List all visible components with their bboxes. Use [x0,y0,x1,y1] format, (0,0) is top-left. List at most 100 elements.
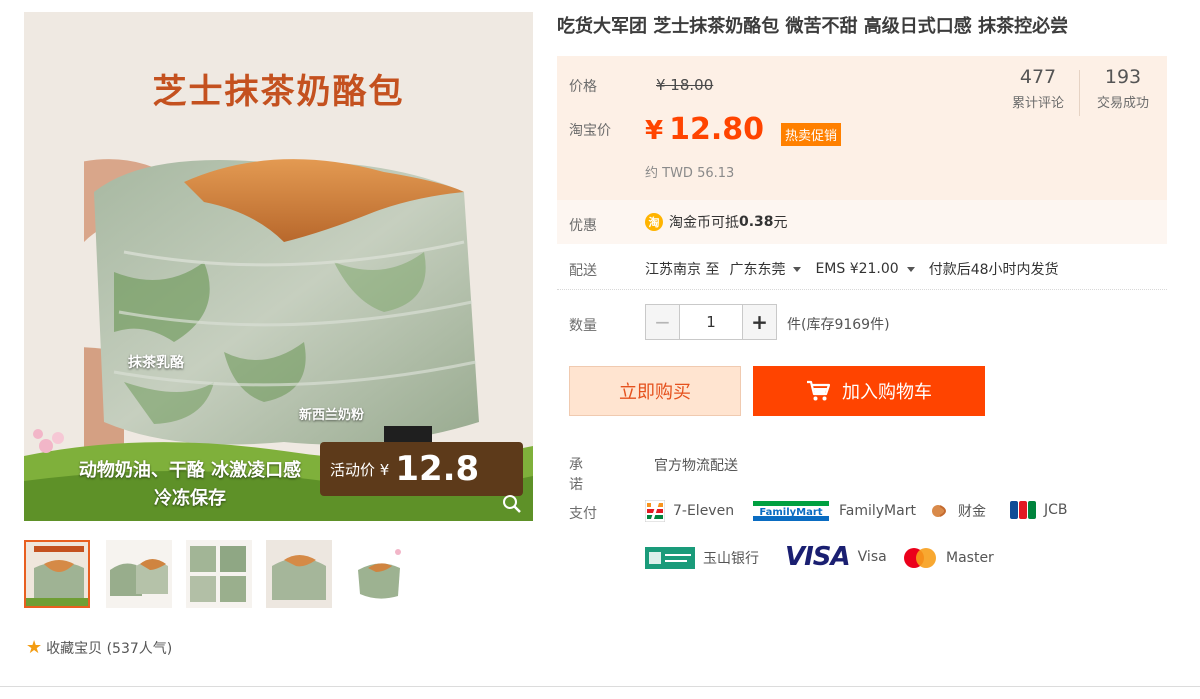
payment-jcb: JCB [1010,501,1068,519]
hot-sale-badge: 热卖促销 [781,123,842,146]
coupon-unit: 元 [773,215,788,231]
payment-familymart-label: FamilyMart [839,503,916,519]
payment-row: 支付 7-Eleven FamilyMart FamilyMart 财金 JCB… [557,500,1177,580]
stat-divider [1079,70,1080,116]
add-to-cart-label: 加入购物车 [842,382,932,403]
add-to-cart-button[interactable]: 加入购物车 [753,366,985,416]
coupon-label: 优惠 [569,218,597,234]
familymart-icon: FamilyMart [753,501,829,521]
image-banner-title: 芝士抹茶奶酪包 [152,72,405,112]
chevron-down-icon [906,266,915,272]
matcha-cheese-tag: 抹茶乳酪 [128,355,184,371]
main-product-image[interactable]: 芝士抹茶奶酪包 抹茶乳酪 新西兰奶粉 动物奶油、干酪 冰激凌口感 冷冻保存 活动… [24,12,533,521]
payment-visa: VISA Visa [785,542,887,572]
deals-count: 193 [1104,66,1142,88]
seven-eleven-icon [645,500,665,522]
bread-illustration [84,159,479,452]
thumbnail-5[interactable] [346,540,412,608]
promise-value: 官方物流配送 [654,458,738,474]
ship-method-dropdown[interactable]: EMS ¥21.00 [815,261,928,277]
reviews-label: 累计评论 [1011,96,1064,111]
taobao-price-label: 淘宝价 [569,123,611,139]
coupon-amount: 0.38 [739,214,774,230]
milk-powder-tag: 新西兰奶粉 [299,408,365,423]
reviews-stat[interactable]: 477 累计评论 [998,66,1078,111]
product-title: 吃货大军团 芝士抹茶奶酪包 微苦不甜 高级日式口感 抹茶控必尝 [557,16,1069,37]
payment-esun: 玉山银行 [645,547,759,569]
deals-label: 交易成功 [1096,96,1149,111]
thumbnail-4-image [266,540,332,608]
shipping-details: 江苏南京 至 广东东莞 EMS ¥21.00 付款后48小时内发货 [645,259,1059,279]
quantity-label: 数量 [569,318,597,334]
promo-label: 活动价 ¥ [330,460,390,479]
thumbnail-2-image [106,540,172,608]
favorite-label: 收藏宝贝 (537人气) [46,640,173,657]
payment-label: 支付 [569,506,597,522]
quantity-decrease-button[interactable]: − [646,305,680,339]
twd-price: 约 TWD 56.13 [645,166,735,181]
shipping-row: 配送 江苏南京 至 广东东莞 EMS ¥21.00 付款后48小时内发货 [557,250,1167,290]
thumbnail-1[interactable] [24,540,90,608]
payment-7eleven: 7-Eleven [645,500,734,522]
payment-mastercard-label: Master [946,550,994,566]
quantity-stepper: − + [645,304,777,340]
stock-info: 件(库存9169件) [787,317,890,333]
star-icon: ★ [26,637,43,658]
price-panel: 价格 ¥ 18.00 淘宝价 ¥ 12.80 热卖促销 约 TWD 56.13 … [557,56,1167,200]
promo-price-box: 活动价 ¥ 12.8 [320,442,523,496]
promo-value: 12.8 [395,449,480,489]
promise-label: 承诺 [569,457,583,493]
currency-symbol: ¥ [645,116,664,146]
bottom-divider [0,686,1200,687]
ship-to-value: 广东东莞 [729,262,786,278]
quantity-increase-button[interactable]: + [742,305,776,339]
magnifier-icon[interactable] [501,493,523,515]
quantity-row: 数量 − + 件(库存9169件) [557,304,1167,344]
thumbnail-5-image [346,540,412,608]
taojinbi-coupon: 淘 淘金币可抵 0.38 元 [645,212,788,232]
ship-to-dropdown[interactable]: 广东东莞 [729,259,815,279]
original-price: ¥ 18.00 [656,76,714,94]
ship-method-value: EMS ¥21.00 [815,261,899,277]
payment-visa-label: Visa [857,549,887,565]
thumbnail-4[interactable] [266,540,332,608]
payment-caijin: 财金 [930,501,986,521]
dispatch-time: 付款后48小时内发货 [928,262,1059,278]
feature-text: 动物奶油、干酪 冰激凌口感 冷冻保存 [40,457,340,513]
mastercard-icon [904,548,936,568]
taojinbi-coin-icon: 淘 [645,213,663,231]
jcb-icon [1010,501,1036,519]
price-value: 12.80 [669,112,764,147]
feature-line-2: 冷冻保存 [154,488,226,509]
thumbnail-2[interactable] [106,540,172,608]
payment-esun-label: 玉山银行 [703,551,759,567]
coupon-prefix: 淘金币可抵 [669,215,739,231]
thumbnail-strip [24,540,444,608]
thumbnail-1-image [26,542,88,606]
thumbnail-3[interactable] [186,540,252,608]
buy-now-button[interactable]: 立即购买 [569,366,741,416]
coupon-panel: 优惠 淘 淘金币可抵 0.38 元 [557,200,1167,244]
original-price-label: 价格 [569,79,597,95]
ship-from: 江苏南京 至 [645,262,720,278]
caijin-icon [932,505,946,517]
feature-line-1: 动物奶油、干酪 冰激凌口感 [78,460,302,481]
reviews-count: 477 [1019,66,1057,88]
original-price-row: 价格 ¥ 18.00 [569,76,713,96]
familymart-icon-text: FamilyMart [759,507,822,518]
payment-7eleven-label: 7-Eleven [673,503,735,519]
shipping-label: 配送 [569,263,597,279]
chevron-down-icon [793,266,802,272]
taobao-price: ¥ 12.80 [645,112,764,147]
deals-stat: 193 交易成功 [1083,66,1163,111]
esun-bank-icon [645,547,695,569]
payment-jcb-label: JCB [1044,502,1068,518]
quantity-input[interactable] [680,305,742,339]
payment-mastercard: Master [902,547,994,569]
payment-caijin-label: 财金 [958,504,986,520]
cart-icon [807,380,830,401]
thumbnail-3-image [186,540,252,608]
favorite-item[interactable]: ★ 收藏宝贝 (537人气) [26,637,172,658]
visa-icon: VISA [785,542,851,572]
payment-familymart: FamilyMart FamilyMart [753,501,916,521]
